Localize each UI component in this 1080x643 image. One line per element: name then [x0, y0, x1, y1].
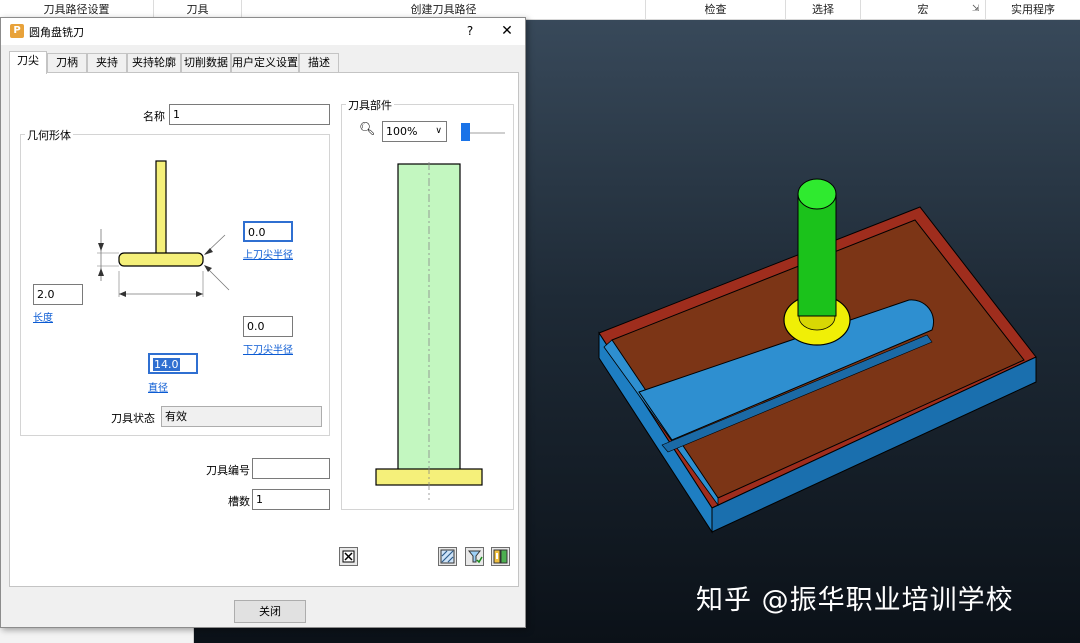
- watermark-text: 知乎 @振华职业培训学校: [696, 585, 1014, 616]
- zoom-value: 100%: [386, 125, 418, 138]
- tab-description[interactable]: 描述: [299, 53, 339, 73]
- tab-panel-tip: 名称 1 几何形体 0.0 上刀尖半径 2.0 长度 0.0 下刀尖半径 14.…: [9, 72, 519, 587]
- tool-assembly-group: 刀具部件 🔍︎ 100% ∨: [341, 97, 514, 510]
- lower-radius-input[interactable]: 0.0: [243, 316, 293, 337]
- help-button[interactable]: ?: [461, 22, 479, 40]
- fit-view-button[interactable]: [339, 547, 358, 566]
- tool-shank-top: [797, 178, 837, 210]
- flutes-input[interactable]: 1: [252, 489, 330, 510]
- zoom-dropdown[interactable]: 100% ∨: [382, 121, 447, 142]
- tool-check-button[interactable]: [465, 547, 484, 566]
- ribbon-group-macro[interactable]: 宏: [861, 0, 986, 20]
- zoom-slider-thumb[interactable]: [461, 123, 470, 141]
- flutes-label: 槽数: [228, 495, 250, 508]
- tab-holder[interactable]: 夹持: [87, 53, 127, 73]
- tool-number-label: 刀具编号: [206, 464, 250, 477]
- diameter-input[interactable]: 14.0: [148, 353, 198, 374]
- upper-radius-input[interactable]: 0.0: [243, 221, 293, 242]
- dialog-launcher-icon[interactable]: ⇲: [972, 4, 980, 14]
- tab-holder-profile[interactable]: 夹持轮廓: [127, 53, 181, 73]
- ribbon-group-inspect[interactable]: 检查: [646, 0, 786, 20]
- tool-dialog: P 圆角盘铣刀 ? ✕ 刀尖 刀柄 夹持 夹持轮廓 切削数据 用户定义设置 描述…: [0, 17, 526, 628]
- upper-radius-link[interactable]: 上刀尖半径: [243, 246, 293, 261]
- tab-user-settings[interactable]: 用户定义设置: [231, 53, 299, 73]
- tab-shank[interactable]: 刀柄: [47, 53, 87, 73]
- shaded-view-icon: [440, 549, 455, 564]
- tool-number-input[interactable]: [252, 458, 330, 479]
- ribbon-group-utilities[interactable]: 实用程序: [986, 0, 1080, 20]
- tool-check-icon: [467, 550, 483, 564]
- close-button[interactable]: 关闭: [234, 600, 306, 623]
- shaded-view-button[interactable]: [438, 547, 457, 566]
- tool-state-label: 刀具状态: [111, 412, 155, 425]
- name-label: 名称: [143, 110, 165, 123]
- tool-assembly-preview: [375, 162, 483, 500]
- tab-cutting-data[interactable]: 切削数据: [181, 53, 231, 73]
- diameter-link[interactable]: 直径: [148, 379, 168, 394]
- ribbon-group-select[interactable]: 选择: [786, 0, 861, 20]
- tool-tip-diagram: [97, 160, 230, 297]
- fit-view-icon: [342, 550, 355, 563]
- app-logo-icon: P: [10, 24, 24, 38]
- upper-radius-value: 0.0: [248, 226, 266, 239]
- close-icon[interactable]: ✕: [498, 22, 516, 40]
- tool-library-button[interactable]: [491, 547, 510, 566]
- chevron-down-icon: ∨: [435, 126, 442, 136]
- tool-library-icon: [493, 549, 508, 564]
- tool-assembly-group-title: 刀具部件: [346, 97, 394, 113]
- name-input[interactable]: 1: [169, 104, 330, 125]
- geometry-group-title: 几何形体: [25, 127, 73, 143]
- length-link[interactable]: 长度: [33, 309, 53, 324]
- dialog-title: 圆角盘铣刀: [29, 26, 84, 39]
- lower-radius-link[interactable]: 下刀尖半径: [243, 341, 293, 356]
- diameter-value: 14.0: [153, 358, 180, 371]
- geometry-group: 几何形体 0.0 上刀尖半径 2.0 长度 0.0 下刀尖半径 14.0 直径 …: [20, 127, 330, 436]
- tab-tip[interactable]: 刀尖: [9, 51, 47, 74]
- dialog-titlebar[interactable]: P 圆角盘铣刀 ? ✕: [1, 18, 525, 45]
- tool-shank-cylinder: [797, 193, 837, 317]
- length-input[interactable]: 2.0: [33, 284, 83, 305]
- tool-state-value: 有效: [161, 406, 322, 427]
- zoom-magnifier-icon: 🔍︎: [359, 122, 376, 137]
